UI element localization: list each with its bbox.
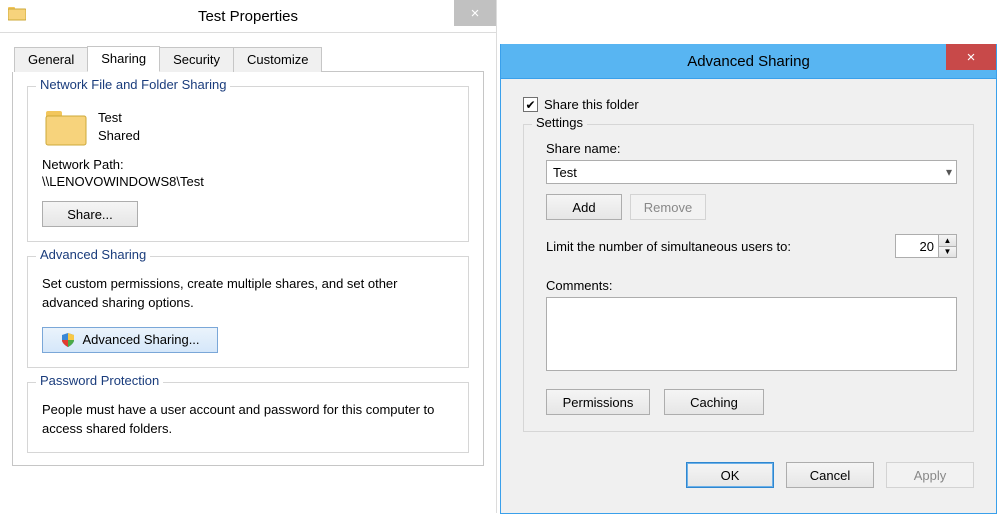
settings-group: Settings Share name: Test ▾ Add Remove: [523, 124, 974, 432]
spinbox-buttons: ▲ ▼: [938, 235, 956, 257]
folder-large-icon: [42, 105, 90, 149]
settings-group-title: Settings: [532, 115, 587, 130]
spin-up-button[interactable]: ▲: [939, 235, 956, 247]
nfs-status: Shared: [98, 127, 140, 145]
share-name-label: Share name:: [546, 141, 957, 156]
permissions-button-label: Permissions: [563, 395, 634, 410]
advanced-sharing-group-title: Advanced Sharing: [36, 247, 150, 262]
chevron-down-icon: ▾: [946, 165, 952, 179]
properties-body: General Sharing Security Customize Netwo…: [0, 33, 496, 466]
advanced-sharing-button-label: Advanced Sharing...: [82, 332, 199, 347]
properties-window: Test Properties × General Sharing Securi…: [0, 0, 497, 513]
close-icon: ×: [471, 5, 480, 22]
advanced-sharing-button[interactable]: Advanced Sharing...: [42, 327, 218, 353]
spin-down-button[interactable]: ▼: [939, 247, 956, 258]
checkmark-icon: ✔: [525, 99, 535, 111]
remove-button-label: Remove: [644, 200, 692, 215]
tab-sharing[interactable]: Sharing: [87, 46, 160, 72]
share-this-folder-label: Share this folder: [544, 97, 639, 112]
ok-button[interactable]: OK: [686, 462, 774, 488]
share-this-folder-checkbox[interactable]: ✔: [523, 97, 538, 112]
advanced-sharing-body: ✔ Share this folder Settings Share name:…: [501, 79, 996, 456]
network-sharing-group-title: Network File and Folder Sharing: [36, 77, 230, 92]
network-path-value: \\LENOVOWINDOWS8\Test: [42, 174, 454, 189]
limit-label: Limit the number of simultaneous users t…: [546, 239, 791, 254]
network-path-label: Network Path:: [42, 157, 454, 172]
dialog-button-row: OK Cancel Apply: [501, 456, 996, 488]
properties-titlebar: Test Properties ×: [0, 0, 496, 33]
tab-general[interactable]: General: [14, 47, 88, 72]
limit-spinbox[interactable]: 20 ▲ ▼: [895, 234, 957, 258]
properties-title: Test Properties: [0, 8, 496, 25]
remove-button[interactable]: Remove: [630, 194, 706, 220]
share-button-label: Share...: [67, 207, 113, 222]
limit-row: Limit the number of simultaneous users t…: [546, 234, 957, 258]
password-protection-group: Password Protection People must have a u…: [27, 382, 469, 454]
tab-security[interactable]: Security: [159, 47, 234, 72]
tab-customize[interactable]: Customize: [233, 47, 322, 72]
network-sharing-group: Network File and Folder Sharing Test Sha…: [27, 86, 469, 242]
share-button[interactable]: Share...: [42, 201, 138, 227]
cancel-button-label: Cancel: [810, 468, 850, 483]
add-button[interactable]: Add: [546, 194, 622, 220]
permissions-button[interactable]: Permissions: [546, 389, 650, 415]
advanced-sharing-dialog: Advanced Sharing × ✔ Share this folder S…: [500, 44, 997, 514]
advanced-sharing-group: Advanced Sharing Set custom permissions,…: [27, 256, 469, 368]
add-button-label: Add: [572, 200, 595, 215]
apply-button-label: Apply: [914, 468, 947, 483]
limit-value: 20: [896, 235, 938, 257]
nfs-text: Test Shared: [98, 109, 140, 144]
comments-textarea[interactable]: [546, 297, 957, 371]
comments-label: Comments:: [546, 278, 957, 293]
password-protection-group-title: Password Protection: [36, 373, 163, 388]
ok-button-label: OK: [721, 468, 740, 483]
triangle-up-icon: ▲: [944, 236, 952, 245]
triangle-down-icon: ▼: [944, 247, 952, 256]
password-protection-desc: People must have a user account and pass…: [42, 401, 454, 439]
share-this-folder-row: ✔ Share this folder: [523, 97, 974, 112]
tabs: General Sharing Security Customize: [14, 45, 484, 72]
share-name-value: Test: [553, 165, 577, 180]
folder-icon: [8, 6, 26, 21]
close-button[interactable]: ×: [454, 0, 496, 26]
shield-icon: [60, 332, 76, 348]
close-icon: ×: [967, 49, 976, 66]
permissions-caching-row: Permissions Caching: [546, 389, 957, 415]
caching-button[interactable]: Caching: [664, 389, 764, 415]
apply-button[interactable]: Apply: [886, 462, 974, 488]
nfs-name: Test: [98, 109, 140, 127]
cancel-button[interactable]: Cancel: [786, 462, 874, 488]
share-name-buttons: Add Remove: [546, 194, 957, 220]
caching-button-label: Caching: [690, 395, 738, 410]
advanced-sharing-close-button[interactable]: ×: [946, 44, 996, 70]
advanced-sharing-titlebar: Advanced Sharing ×: [501, 44, 996, 79]
share-name-select[interactable]: Test ▾: [546, 160, 957, 184]
sharing-tabpanel: Network File and Folder Sharing Test Sha…: [12, 72, 484, 466]
nfs-row: Test Shared: [42, 105, 454, 149]
advanced-sharing-title: Advanced Sharing: [501, 53, 996, 70]
advanced-sharing-desc: Set custom permissions, create multiple …: [42, 275, 454, 313]
